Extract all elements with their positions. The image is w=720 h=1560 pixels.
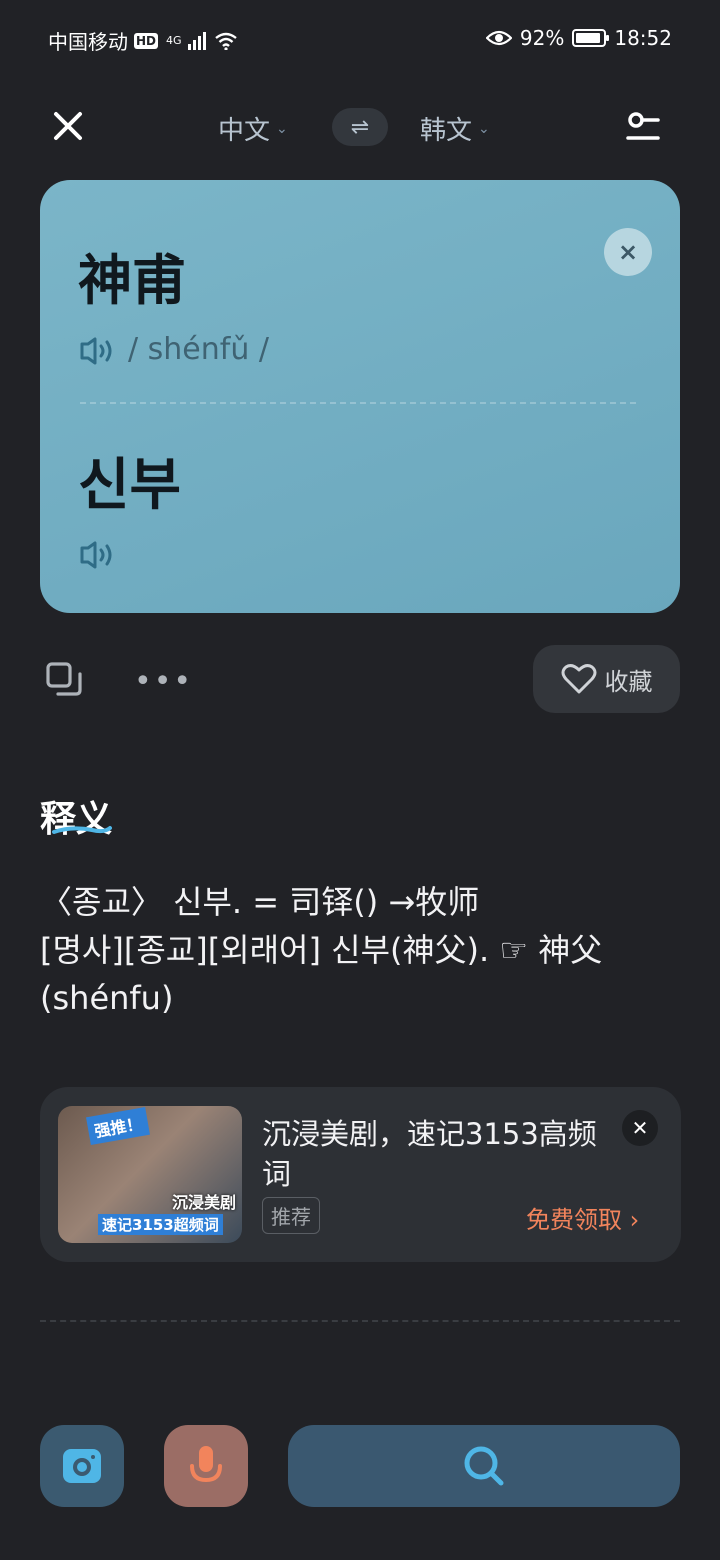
source-language-label: 中文 — [218, 116, 271, 146]
definition-line: (shénfu) — [40, 979, 174, 1017]
ad-image-caption: 速记3153超频词 — [98, 1214, 223, 1235]
swap-languages-button[interactable]: ⇌ — [332, 108, 388, 146]
close-icon: ✕ — [631, 1116, 649, 1140]
section-divider — [40, 1320, 680, 1322]
clear-button[interactable]: × — [604, 228, 652, 276]
status-bar-left: 中国移动 HD 4G — [48, 26, 238, 55]
target-language-selector[interactable]: 韩文 ⌄ — [420, 110, 490, 147]
target-language-label: 韩文 — [420, 116, 473, 146]
signal-icon — [187, 31, 206, 50]
pinyin-slash-close: / — [258, 332, 270, 367]
battery-icon — [572, 29, 610, 47]
network-type: 4G — [166, 34, 182, 47]
copy-icon[interactable] — [44, 660, 84, 700]
favorite-button[interactable]: 收藏 — [533, 645, 680, 713]
settings-icon[interactable] — [624, 108, 664, 148]
ad-title[interactable]: 沉浸美剧，速记3153高频词 — [262, 1114, 602, 1194]
pinyin-text: / shénfǔ / — [128, 332, 269, 367]
definition-text: 〈종교〉 신부. = 司铎() →牧师 [명사][종교][외래어] 신부(神父)… — [40, 878, 680, 1022]
clock: 18:52 — [614, 26, 672, 50]
ad-image[interactable]: 强推！ 沉浸美剧 速记3153超频词 — [58, 1106, 242, 1243]
favorite-label: 收藏 — [604, 667, 653, 696]
ad-badge: 推荐 — [262, 1197, 320, 1234]
pinyin-value: shénfǔ — [147, 332, 250, 367]
swap-icon: ⇌ — [350, 114, 370, 140]
search-button[interactable] — [288, 1425, 680, 1507]
chevron-down-icon: ⌄ — [478, 120, 490, 137]
chevron-down-icon: ⌄ — [276, 120, 288, 137]
speaker-icon[interactable] — [80, 540, 118, 570]
heart-icon — [561, 664, 596, 694]
speaker-icon[interactable] — [80, 336, 118, 366]
card-divider — [80, 402, 636, 404]
status-bar-right: 92% 18:52 — [485, 26, 672, 50]
ad-image-tag: 强推！ — [86, 1107, 150, 1145]
microphone-icon — [190, 1446, 222, 1483]
source-language-selector[interactable]: 中文 ⌄ — [218, 110, 288, 147]
camera-button[interactable] — [40, 1425, 124, 1507]
ad-cta-link[interactable]: 免费领取 › — [526, 1200, 639, 1235]
camera-icon — [63, 1449, 101, 1483]
more-options-button[interactable]: ••• — [134, 664, 193, 699]
definition-line: [명사][종교][외래어] 신부(神父). ☞ 神父 — [40, 931, 603, 969]
close-icon: × — [617, 238, 639, 266]
hd-badge: HD — [134, 32, 159, 49]
target-word: 신부 — [78, 453, 182, 518]
carrier-label: 中国移动 — [48, 30, 128, 54]
ad-image-caption: 沉浸美剧 — [171, 1193, 236, 1212]
pinyin-slash-open: / — [128, 332, 139, 367]
eye-icon — [485, 30, 512, 46]
search-icon — [464, 1446, 504, 1486]
voice-input-button[interactable] — [164, 1425, 248, 1507]
definition-line: 〈종교〉 신부. = 司铎() →牧师 — [40, 883, 480, 921]
close-icon[interactable] — [48, 106, 88, 146]
wifi-icon — [214, 32, 237, 50]
ad-close-button[interactable]: ✕ — [622, 1110, 658, 1146]
battery-percent: 92% — [519, 26, 565, 50]
source-word: 神甫 — [78, 249, 186, 312]
heading-underline — [52, 826, 112, 834]
